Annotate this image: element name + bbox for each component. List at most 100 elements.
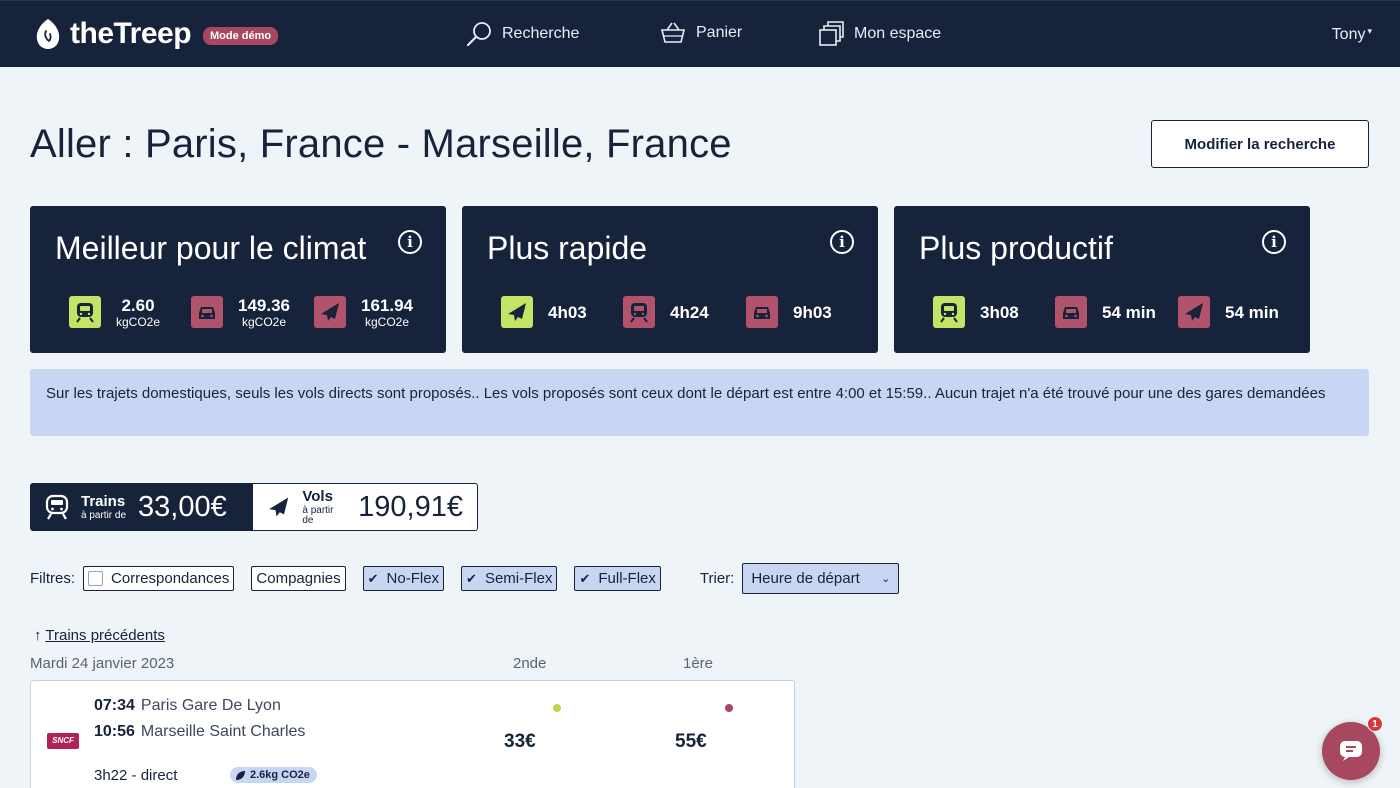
chevron-down-icon: ▾: [1367, 26, 1372, 36]
tab-flights-label: Vols: [302, 487, 333, 505]
card-best-climate[interactable]: Meilleur pour le climat i 2.60 kgCO2e 149…: [30, 206, 446, 353]
info-icon[interactable]: i: [1262, 230, 1286, 254]
stat-value: 3h08: [980, 302, 1019, 322]
tab-flights-sublabel: à partir de: [302, 504, 334, 526]
leaf-logo-icon: [36, 19, 60, 49]
sort-label: Trier:: [699, 570, 735, 587]
stat-value: 54 min: [1225, 302, 1279, 322]
plane-icon: [501, 296, 533, 328]
card-fastest[interactable]: Plus rapide i 4h03 4h24 9h03: [462, 206, 878, 353]
arrival-row: 10:56 Marseille Saint Charles: [94, 723, 305, 741]
stat-value: 161.94: [361, 295, 413, 315]
info-icon[interactable]: i: [830, 230, 854, 254]
documents-icon: [819, 21, 844, 46]
plane-icon: [314, 296, 346, 328]
leaf-icon: [236, 770, 245, 780]
tab-trains[interactable]: Trains à partir de 33,00€: [30, 483, 252, 531]
stat-value: 9h03: [793, 302, 832, 322]
info-icon[interactable]: i: [398, 230, 422, 254]
sort-value: Heure de départ: [751, 570, 860, 587]
price-second-class[interactable]: 33€: [504, 731, 536, 753]
sort-select[interactable]: Heure de départ ⌄: [742, 563, 900, 594]
nav-my-space[interactable]: Mon espace: [818, 21, 941, 47]
stat-plane: 161.94 kgCO2e: [314, 296, 413, 328]
chat-icon: [1340, 741, 1362, 761]
arrival-station: Marseille Saint Charles: [140, 723, 306, 740]
column-first-class: 1ère: [683, 655, 714, 672]
stat-car: 149.36 kgCO2e: [191, 296, 290, 328]
plane-icon: [269, 497, 289, 517]
chevron-down-icon: ⌄: [881, 573, 891, 585]
departure-time: 07:34: [94, 697, 135, 714]
stat-unit: kgCO2e: [241, 314, 287, 329]
nav-search-label: Recherche: [502, 25, 580, 42]
filter-label: Correspondances: [111, 570, 230, 587]
demo-mode-badge: Mode démo: [203, 27, 279, 45]
stat-plane: 4h03: [501, 296, 587, 328]
filter-correspondances[interactable]: Correspondances: [83, 566, 235, 591]
brand-logo[interactable]: theTreep: [34, 17, 192, 51]
filter-label: Compagnies: [256, 570, 341, 587]
stat-train: 2.60 kgCO2e: [69, 296, 160, 328]
stat-unit: kgCO2e: [364, 314, 410, 329]
top-navbar: theTreep Mode démo Recherche Panier Mon …: [0, 0, 1400, 67]
check-icon: ✔: [367, 570, 379, 586]
car-icon: [746, 296, 778, 328]
chat-notification-badge: 1: [1367, 716, 1383, 732]
brand-name: theTreep: [70, 17, 192, 50]
train-icon: [69, 296, 101, 328]
card-most-productive[interactable]: Plus productif i 3h08 54 min 54 min: [894, 206, 1310, 353]
transport-mode-tabs: Trains à partir de 33,00€ Vols à partir de…: [30, 483, 478, 531]
stat-train: 3h08: [933, 296, 1019, 328]
filter-full-flex[interactable]: ✔ Full-Flex: [574, 566, 661, 591]
card-title: Meilleur pour le climat: [55, 230, 367, 266]
departure-row: 07:34 Paris Gare De Lyon: [94, 697, 281, 715]
tab-trains-label: Trains: [81, 492, 126, 510]
filters-bar: Filtres: Correspondances Compagnies ✔ No…: [30, 563, 900, 594]
filter-label: No-Flex: [386, 570, 440, 587]
availability-dot: [725, 704, 733, 712]
price-first-class[interactable]: 55€: [675, 731, 707, 753]
nav-search[interactable]: Recherche: [466, 21, 579, 47]
train-icon: [45, 494, 69, 520]
checkbox[interactable]: [88, 571, 103, 586]
search-icon: [466, 22, 491, 47]
previous-trains-label: Trains précédents: [45, 627, 165, 644]
filter-companies[interactable]: Compagnies: [251, 566, 346, 591]
car-icon: [1055, 296, 1087, 328]
tab-flights[interactable]: Vols à partir de 190,91€: [252, 483, 478, 531]
arrival-time: 10:56: [94, 723, 135, 740]
stat-train: 4h24: [623, 296, 709, 328]
check-icon: ✔: [466, 570, 477, 586]
tab-flights-price: 190,91€: [358, 490, 463, 523]
car-icon: [191, 296, 223, 328]
stat-unit: kgCO2e: [116, 314, 161, 329]
stat-value: 4h03: [548, 302, 587, 322]
trip-duration: 3h22 - direct: [94, 767, 178, 784]
results-date: Mardi 24 janvier 2023: [30, 655, 175, 672]
previous-trains-link[interactable]: ↑ Trains précédents: [34, 627, 165, 644]
stat-car: 9h03: [746, 296, 832, 328]
carrier-logo: SNCF: [47, 733, 79, 749]
filter-semi-flex[interactable]: ✔ Semi-Flex: [461, 566, 558, 591]
user-menu[interactable]: Tony ▾: [1332, 26, 1372, 44]
tab-trains-sublabel: à partir de: [81, 509, 127, 521]
stat-value: 54 min: [1102, 302, 1156, 322]
co2-badge: 2.6kg CO2e: [230, 767, 317, 783]
nav-cart[interactable]: Panier: [660, 21, 742, 45]
info-notice: Sur les trajets domestiques, seuls les v…: [30, 369, 1369, 436]
stat-plane: 54 min: [1178, 296, 1279, 328]
modify-search-button[interactable]: Modifier la recherche: [1151, 120, 1369, 168]
card-title: Plus rapide: [487, 230, 648, 266]
stat-value: 4h24: [670, 302, 709, 322]
tab-trains-price: 33,00€: [138, 490, 227, 523]
filter-no-flex[interactable]: ✔ No-Flex: [362, 566, 445, 591]
filter-label: Full-Flex: [598, 570, 656, 587]
plane-icon: [1178, 296, 1210, 328]
train-result-card[interactable]: SNCF 07:34 Paris Gare De Lyon 10:56 Marsei…: [30, 680, 795, 788]
train-icon: [933, 296, 965, 328]
nav-cart-label: Panier: [696, 24, 743, 41]
nav-my-space-label: Mon espace: [854, 25, 942, 42]
availability-dot: [553, 704, 561, 712]
column-second-class: 2nde: [513, 655, 547, 672]
